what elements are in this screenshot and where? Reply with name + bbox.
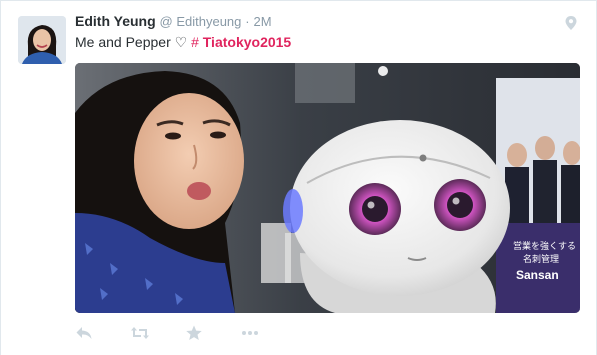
location-pin-icon[interactable]	[564, 15, 578, 31]
tweet-header: Edith Yeung @ Edithyeung · 2M	[75, 13, 272, 29]
reply-icon[interactable]	[75, 324, 93, 342]
author-name[interactable]: Edith Yeung	[75, 13, 156, 29]
hashtag-link[interactable]: Tiatokyo2015	[203, 34, 291, 50]
poster-jp-line2: 名刺管理	[523, 253, 559, 265]
tweet-card: Edith Yeung @ Edithyeung · 2M Me and Pep…	[0, 0, 597, 355]
more-icon[interactable]	[240, 324, 258, 342]
author-handle[interactable]: @ Edithyeung	[160, 14, 242, 29]
timestamp[interactable]: 2M	[254, 14, 272, 29]
tweet-photo[interactable]: 営業を強くする 名刺管理 Sansan	[75, 63, 580, 313]
tweet-text: Me and Pepper ♡ # Tiatokyo2015	[75, 34, 291, 51]
hash-symbol: #	[191, 34, 199, 50]
retweet-icon[interactable]	[130, 324, 149, 342]
tweet-body: Me and Pepper ♡	[75, 34, 188, 50]
tweet-actions	[75, 322, 295, 344]
poster-jp-line1: 営業を強くする	[513, 240, 576, 252]
star-icon[interactable]	[185, 324, 203, 342]
poster-brand: Sansan	[516, 268, 559, 282]
avatar[interactable]	[18, 16, 66, 64]
separator-dot: ·	[245, 14, 250, 29]
